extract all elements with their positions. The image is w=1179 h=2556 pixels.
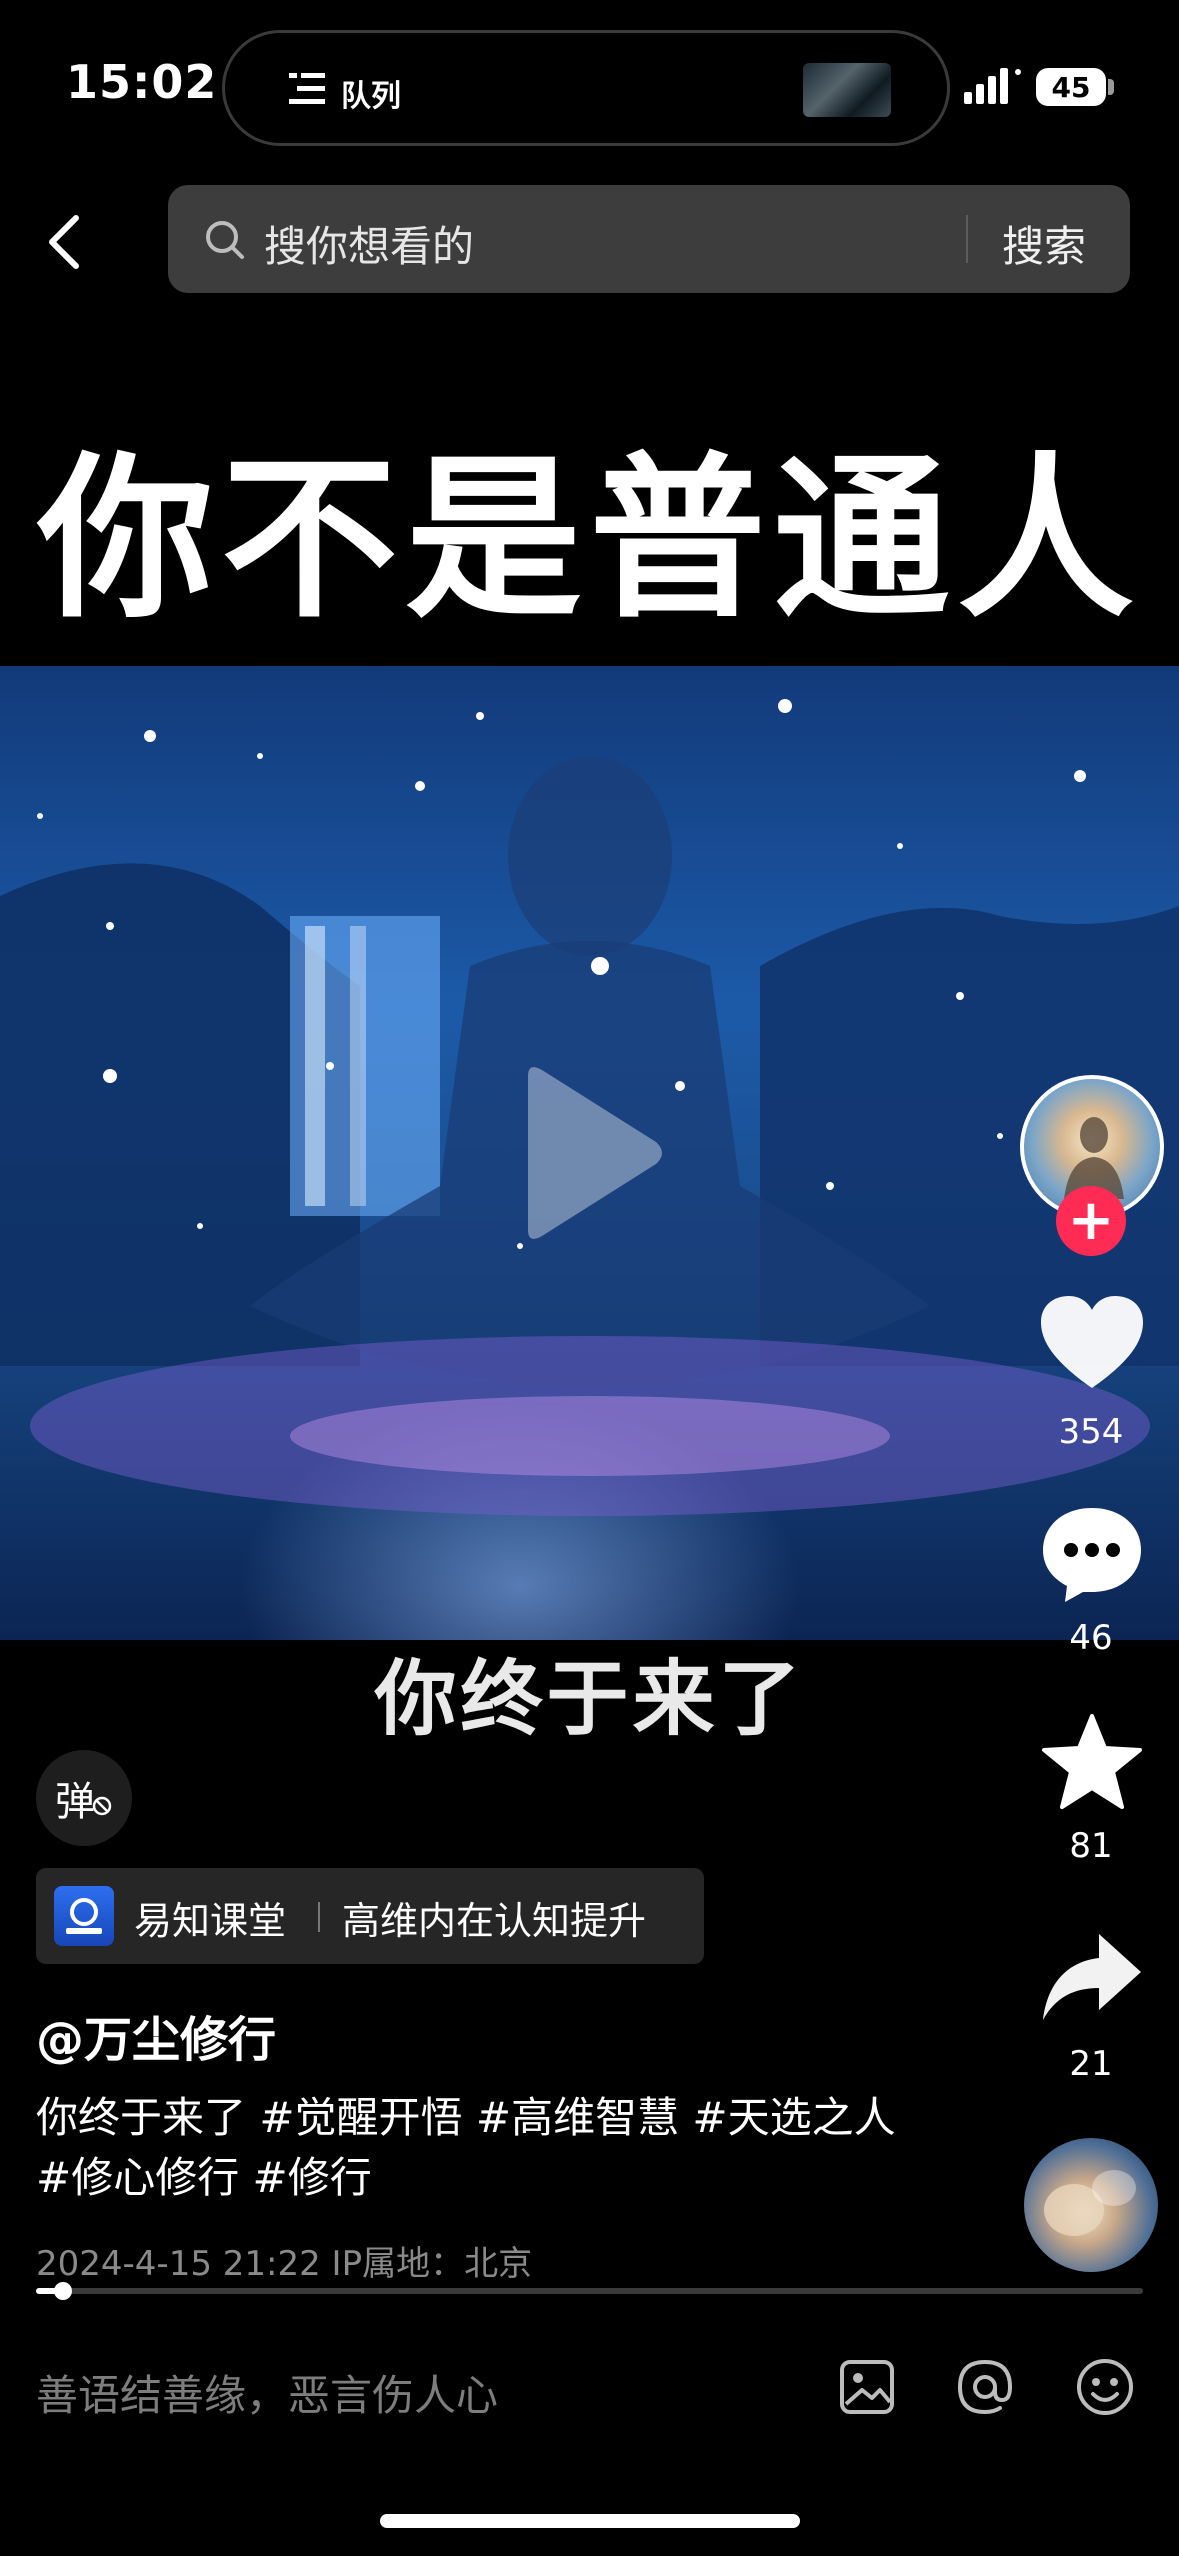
dynamic-island[interactable]: 队列 <box>222 30 950 146</box>
post-meta: 2024-4-15 21:22 IP属地：北京 <box>36 2244 533 2284</box>
search-placeholder: 搜你想看的 <box>264 222 475 271</box>
queue-icon <box>289 73 325 104</box>
disc-art <box>1044 2170 1136 2236</box>
follow-button[interactable]: + <box>1056 1186 1126 1256</box>
battery-indicator: 45 <box>1036 68 1106 106</box>
favorite-count: 81 <box>1069 1826 1113 1866</box>
comment-input[interactable]: 善语结善缘，恶言伤人心 <box>36 2362 498 2423</box>
danmu-toggle[interactable]: 弹 <box>36 1750 132 1846</box>
search-divider <box>966 215 968 263</box>
emoji-icon[interactable] <box>1074 2356 1136 2418</box>
music-disc[interactable] <box>1024 2138 1158 2272</box>
signal-icon <box>964 68 1021 104</box>
back-arrow-icon <box>49 215 79 269</box>
share-count: 21 <box>1069 2044 1113 2084</box>
course-logo-icon <box>54 1886 114 1946</box>
play-icon[interactable] <box>508 1058 668 1248</box>
search-icon <box>206 221 244 259</box>
comment-icon[interactable] <box>1037 1504 1147 1604</box>
image-icon[interactable] <box>836 2356 898 2418</box>
search-button[interactable]: 搜索 <box>1002 213 1086 274</box>
course-separator <box>318 1902 320 1932</box>
star-icon[interactable] <box>1037 1712 1147 1812</box>
video-progress-bar[interactable] <box>36 2282 1143 2300</box>
home-indicator[interactable] <box>380 2514 800 2528</box>
video-subtitle: 你终于来了 <box>374 1652 805 1747</box>
heart-icon[interactable] <box>1037 1294 1147 1394</box>
comment-count: 46 <box>1069 1618 1113 1658</box>
post-caption: 你终于来了 #觉醒开悟 #高维智慧 #天选之人 #修心修行 #修行 <box>36 2093 896 2202</box>
share-icon[interactable] <box>1037 1928 1147 2028</box>
search-input[interactable]: 搜你想看的 搜索 <box>168 185 1130 293</box>
queue-label: 队列 <box>341 79 401 114</box>
danmu-off-icon <box>92 1796 112 1816</box>
at-icon[interactable] <box>954 2356 1016 2418</box>
battery-tip <box>1108 79 1114 95</box>
course-tag[interactable]: 易知课堂 高维内在认知提升 <box>36 1868 704 1964</box>
like-count: 354 <box>1058 1412 1124 1452</box>
author-name[interactable]: @万尘修行 <box>36 2000 276 2070</box>
back-button[interactable] <box>44 206 94 278</box>
progress-knob[interactable] <box>54 2282 72 2300</box>
course-name: 易知课堂 <box>134 1899 287 1943</box>
media-thumbnail <box>803 63 891 117</box>
danmu-label: 弹 <box>55 1779 95 1825</box>
status-time: 15:02 <box>66 55 218 109</box>
course-description: 高维内在认知提升 <box>342 1899 647 1943</box>
video-headline: 你不是普通人 <box>37 437 1142 642</box>
